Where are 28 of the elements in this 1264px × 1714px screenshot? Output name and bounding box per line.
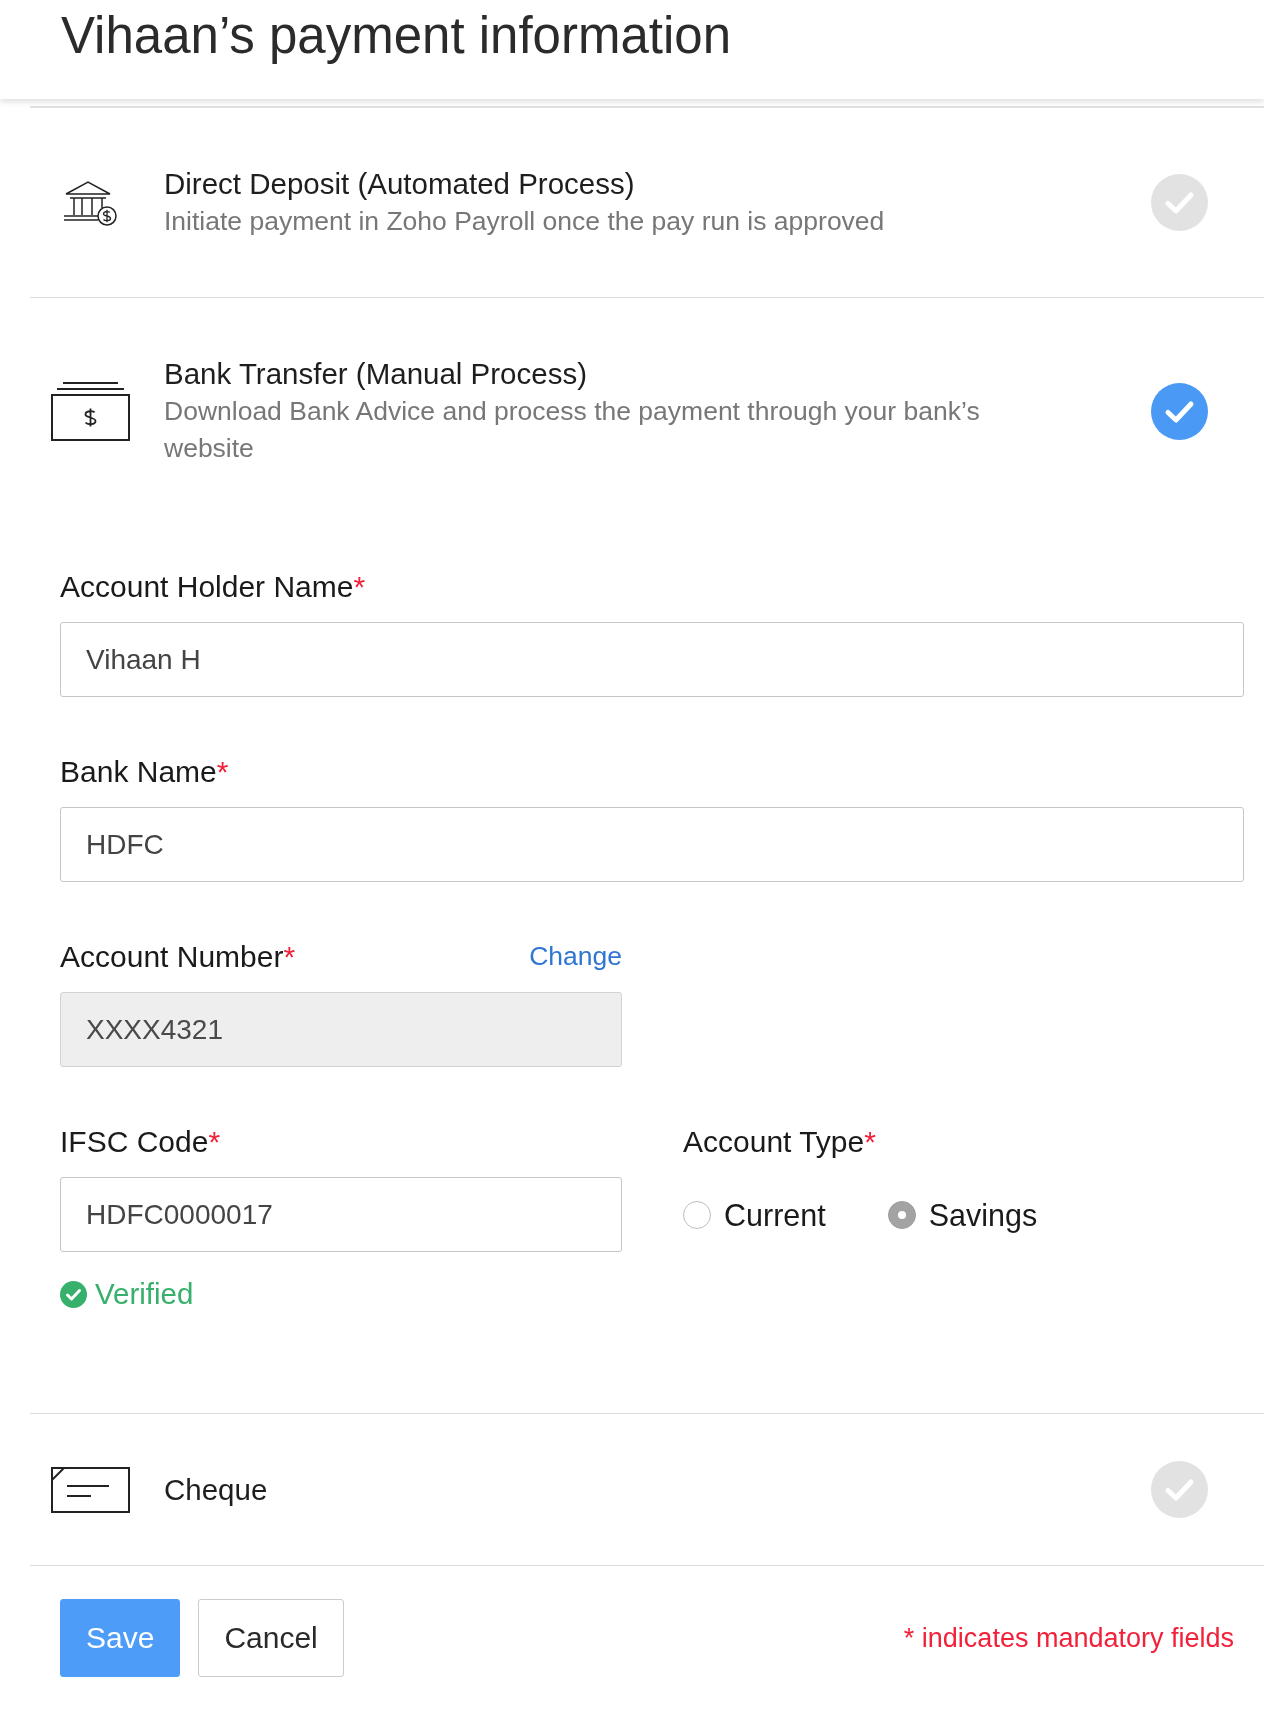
check-circle-icon[interactable] xyxy=(1151,382,1208,440)
radio-button[interactable] xyxy=(887,1200,916,1229)
radio-label[interactable]: Current xyxy=(724,1196,826,1233)
verified-status: Verified xyxy=(95,1277,194,1311)
text-input[interactable]: HDFC xyxy=(60,807,1244,882)
bank-icon xyxy=(62,179,118,226)
payment-method-description: Download Bank Advice and process the payment through your bank’s website xyxy=(164,395,981,465)
check-circle-icon[interactable] xyxy=(1151,174,1208,231)
radio-button[interactable] xyxy=(683,1200,711,1229)
payment-method-title: Direct Deposit (Automated Process) xyxy=(164,166,635,202)
field-label: Bank Name* xyxy=(60,754,229,789)
field-label: Account Type* xyxy=(683,1124,876,1159)
payment-method-title: Bank Transfer (Manual Process) xyxy=(164,356,587,392)
check-circle-icon[interactable] xyxy=(1151,1461,1208,1518)
payment-method-description: Initiate payment in Zoho Payroll once the pay run is approved xyxy=(164,205,885,238)
cheque-icon xyxy=(50,1466,130,1513)
text-input[interactable]: HDFC0000017 xyxy=(60,1177,622,1252)
check-circle-icon xyxy=(60,1280,87,1308)
field-label: IFSC Code* xyxy=(60,1124,221,1159)
field-label: Account Number* xyxy=(60,939,296,974)
payment-method-title: Cheque xyxy=(164,1471,268,1508)
cash-icon xyxy=(50,381,130,441)
text-input[interactable]: Vihaan H xyxy=(60,622,1244,697)
page-title: Vihaan’s payment information xyxy=(61,6,733,66)
radio-label[interactable]: Savings xyxy=(928,1196,1038,1233)
field-label: Account Holder Name* xyxy=(60,569,366,604)
mandatory-note: * indicates mandatory fields xyxy=(903,1622,1234,1655)
cancel-button[interactable]: Cancel xyxy=(198,1599,344,1677)
